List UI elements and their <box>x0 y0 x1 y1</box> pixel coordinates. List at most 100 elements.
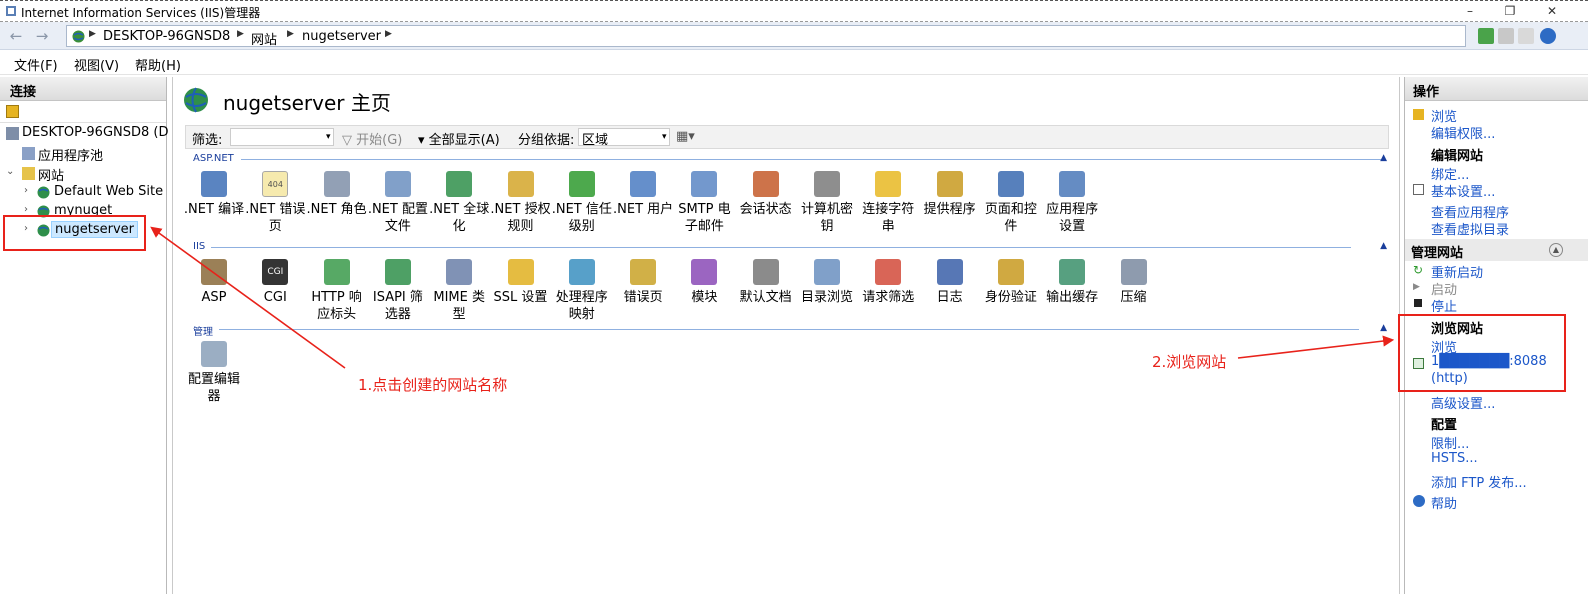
feature-1-6[interactable]: 处理程序映射 <box>551 259 613 323</box>
feature-1-4[interactable]: MIME 类型 <box>428 259 490 323</box>
filter-start-button[interactable]: ▽ 开始(G) <box>342 129 402 148</box>
feature-1-12[interactable]: 日志 <box>919 259 981 306</box>
feature-2-0[interactable]: 配置编辑器 <box>183 341 245 405</box>
chevron-down-icon[interactable]: ▾ <box>662 132 667 142</box>
menu-view[interactable]: 视图(V) <box>74 55 119 74</box>
menu-help[interactable]: 帮助(H) <box>135 55 181 74</box>
annotation-step2: 2.浏览网站 <box>1152 353 1227 371</box>
feature-0-5[interactable]: .NET 授权规则 <box>490 171 552 235</box>
feature-1-5[interactable]: SSL 设置 <box>490 259 552 306</box>
show-all-button[interactable]: ▾ 全部显示(A) <box>418 129 500 148</box>
back-button[interactable]: ← <box>6 26 26 46</box>
maximize-button[interactable]: ❐ <box>1490 1 1530 21</box>
collapse-icon[interactable]: ▲ <box>1380 241 1387 251</box>
action-stop[interactable]: 停止 <box>1431 296 1457 315</box>
home-icon[interactable] <box>1518 28 1534 44</box>
chevron-right-icon: ▶ <box>385 29 392 39</box>
expand-icon[interactable]: ⌄ <box>6 166 14 177</box>
start-icon: ▶ <box>1413 282 1420 292</box>
tree-label: Default Web Site <box>54 184 164 199</box>
connect-icon[interactable] <box>6 105 19 118</box>
feature-1-1[interactable]: CGI CGI <box>244 259 306 306</box>
action-basic-settings[interactable]: 基本设置... <box>1431 181 1495 200</box>
feature-1-11[interactable]: 请求筛选 <box>857 259 919 306</box>
feature-icon <box>814 259 840 285</box>
feature-1-9[interactable]: 默认文档 <box>735 259 797 306</box>
minimize-button[interactable]: – <box>1450 1 1490 21</box>
filter-label: 筛选: <box>192 133 223 148</box>
annotation-box-browse <box>1398 314 1566 392</box>
action-help[interactable]: 帮助 <box>1431 493 1457 512</box>
chevron-right-icon: ▶ <box>89 29 96 39</box>
feature-icon <box>446 171 473 197</box>
help-icon[interactable] <box>1540 28 1556 44</box>
feature-icon <box>446 259 473 285</box>
feature-label: ISAPI 筛选器 <box>372 290 423 322</box>
collapse-icon[interactable]: ▲ <box>1549 243 1563 257</box>
action-edit-permissions[interactable]: 编辑权限... <box>1431 123 1495 142</box>
feature-0-13[interactable]: 页面和控件 <box>980 171 1042 235</box>
feature-1-15[interactable]: 压缩 <box>1103 259 1165 306</box>
feature-0-12[interactable]: 提供程序 <box>919 171 981 218</box>
server-icon <box>6 127 19 140</box>
feature-0-11[interactable]: 连接字符串 <box>857 171 919 235</box>
feature-0-0[interactable]: .NET 编译 <box>183 171 245 218</box>
feature-label: .NET 错误页 <box>245 202 306 234</box>
action-advanced-settings[interactable]: 高级设置... <box>1431 393 1495 412</box>
tree-label: 应用程序池 <box>38 149 104 164</box>
feature-1-14[interactable]: 输出缓存 <box>1041 259 1103 306</box>
feature-label: 处理程序映射 <box>555 290 608 322</box>
action-add-ftp[interactable]: 添加 FTP 发布... <box>1431 472 1527 491</box>
breadcrumb-sites[interactable]: 网站 <box>251 29 277 48</box>
feature-icon <box>323 259 350 285</box>
feature-0-10[interactable]: 计算机密钥 <box>796 171 858 235</box>
feature-0-6[interactable]: .NET 信任级别 <box>551 171 613 235</box>
feature-1-13[interactable]: 身份验证 <box>980 259 1042 306</box>
feature-0-4[interactable]: .NET 全球化 <box>428 171 490 235</box>
feature-0-1[interactable]: 404 .NET 错误页 <box>244 171 306 235</box>
close-button[interactable]: ✕ <box>1532 1 1572 21</box>
actions-header: 操作 <box>1405 77 1588 101</box>
feature-icon <box>691 171 718 197</box>
breadcrumb[interactable]: ▶ DESKTOP-96GNSD8 ▶ 网站 ▶ nugetserver ▶ <box>66 25 1466 48</box>
feature-1-8[interactable]: 模块 <box>673 259 735 306</box>
cgi-icon: CGI <box>262 259 289 285</box>
expand-icon[interactable]: › <box>24 204 28 215</box>
iis-app-icon <box>6 6 16 16</box>
sites-folder-icon <box>22 167 35 180</box>
feature-1-10[interactable]: 目录浏览 <box>796 259 858 306</box>
expand-icon[interactable]: › <box>24 185 28 196</box>
globe-icon <box>72 30 85 43</box>
feature-0-9[interactable]: 会话状态 <box>735 171 797 218</box>
action-view-virtual-directories[interactable]: 查看虚拟目录 <box>1431 219 1509 238</box>
collapse-icon[interactable]: ▲ <box>1380 323 1387 333</box>
forward-button[interactable]: → <box>32 26 52 46</box>
breadcrumb-nugetserver[interactable]: nugetserver <box>302 29 381 44</box>
refresh-icon[interactable] <box>1478 28 1494 44</box>
feature-0-14[interactable]: 应用程序设置 <box>1041 171 1103 235</box>
feature-0-3[interactable]: .NET 配置文件 <box>367 171 429 235</box>
feature-0-2[interactable]: .NET 角色 <box>306 171 368 218</box>
app-pool-icon <box>22 147 35 160</box>
feature-1-3[interactable]: ISAPI 筛选器 <box>367 259 429 323</box>
feature-1-7[interactable]: 错误页 <box>612 259 674 306</box>
filter-input[interactable] <box>230 128 334 146</box>
breadcrumb-server[interactable]: DESKTOP-96GNSD8 <box>103 29 230 44</box>
stop-icon[interactable] <box>1498 28 1514 44</box>
feature-icon <box>1120 259 1147 285</box>
feature-label: 默认文档 <box>739 290 792 305</box>
feature-label: 输出缓存 <box>1046 290 1099 305</box>
chevron-down-icon[interactable]: ▾ <box>326 132 331 142</box>
action-hsts[interactable]: HSTS... <box>1431 451 1478 466</box>
feature-1-0[interactable]: ASP <box>183 259 245 306</box>
action-limits[interactable]: 限制... <box>1431 433 1469 452</box>
feature-0-7[interactable]: .NET 用户 <box>612 171 674 218</box>
menu-file[interactable]: 文件(F) <box>14 55 58 74</box>
view-toggle-icon[interactable]: ▦▾ <box>676 129 695 144</box>
feature-label: .NET 编译 <box>183 202 245 217</box>
feature-0-8[interactable]: SMTP 电子邮件 <box>673 171 735 235</box>
feature-1-2[interactable]: HTTP 响应标头 <box>306 259 368 323</box>
manage-site-heading: 管理网站 <box>1411 246 1464 261</box>
collapse-icon[interactable]: ▲ <box>1380 153 1387 163</box>
title-bar: Internet Information Services (IIS)管理器 –… <box>0 0 1588 22</box>
